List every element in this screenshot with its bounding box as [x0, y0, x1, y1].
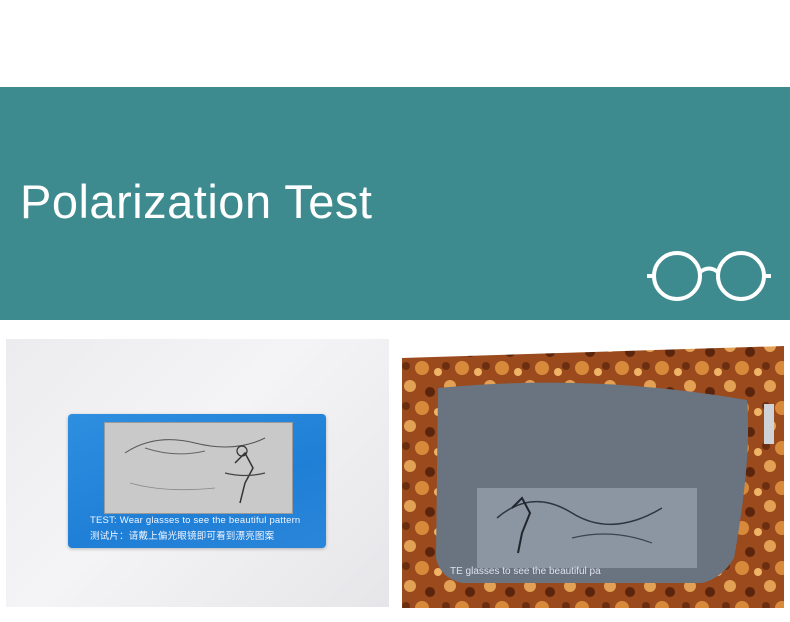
card-test-label-chinese: 测试片：请戴上偏光眼镜即可看到漂亮图案: [90, 531, 275, 542]
sunglasses-photo: TE glasses to see the beautiful pa: [402, 338, 784, 608]
card-test-label: TEST: Wear glasses to see the beautiful …: [90, 515, 301, 526]
hidden-pattern-area: [104, 422, 293, 514]
page-title: Polarization Test: [20, 175, 373, 228]
lens-visible-text: TE glasses to see the beautiful pa: [450, 566, 601, 577]
glasses-icon: [647, 251, 771, 301]
test-card: TEST: Wear glasses to see the beautiful …: [68, 414, 326, 548]
faint-pattern-image: [124, 437, 266, 504]
